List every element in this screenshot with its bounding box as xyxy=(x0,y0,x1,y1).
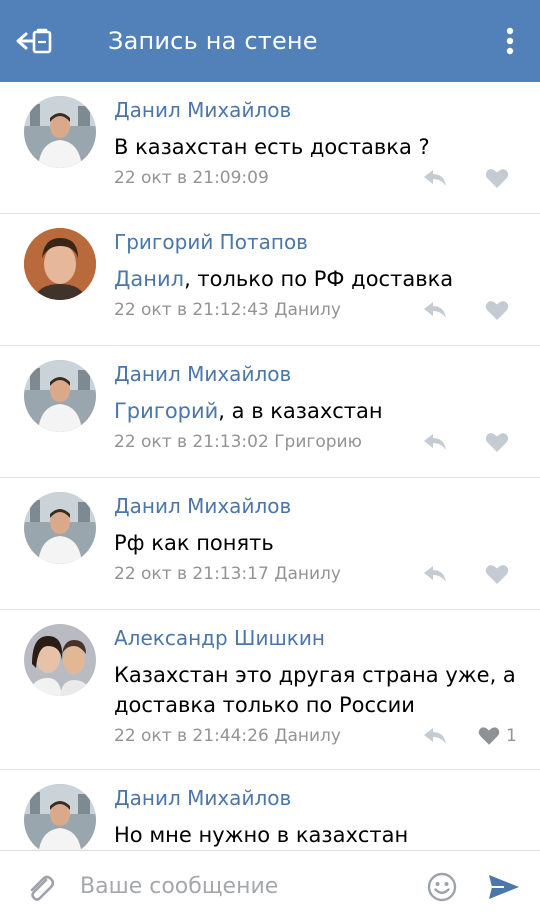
reply-icon xyxy=(424,170,446,186)
reply-button[interactable] xyxy=(420,298,450,322)
page-title: Запись на стене xyxy=(108,27,318,55)
back-button[interactable] xyxy=(0,0,70,82)
avatar[interactable] xyxy=(24,492,96,564)
reply-icon xyxy=(424,728,446,744)
comment-item: Данил Михайлов В казахстан есть доставка… xyxy=(0,82,540,214)
message-input[interactable] xyxy=(80,861,416,912)
mention-link[interactable]: Данил xyxy=(114,267,184,291)
like-button[interactable] xyxy=(485,562,515,586)
heart-icon xyxy=(485,432,509,452)
comment-author[interactable]: Данил Михайлов xyxy=(114,362,291,386)
reply-icon xyxy=(424,566,446,582)
back-arrow-icon xyxy=(16,28,52,54)
reply-icon xyxy=(424,434,446,450)
attach-button[interactable] xyxy=(0,851,80,922)
comment-text-body: , только по РФ доставка xyxy=(184,267,454,291)
comment-meta: 22 окт в 21:13:02 Григорию xyxy=(114,432,362,452)
comment-text: Григорий, а в казахстан xyxy=(114,396,524,426)
comment-meta: 22 окт в 21:44:26 Данилу xyxy=(114,726,341,746)
avatar[interactable] xyxy=(24,96,96,168)
comment-item: Данил Михайлов Но мне нужно в казахстан xyxy=(0,770,540,850)
heart-icon xyxy=(478,727,500,745)
reply-button[interactable] xyxy=(420,166,450,190)
comment-meta: 22 окт в 21:12:43 Данилу xyxy=(114,300,341,320)
heart-icon xyxy=(485,564,509,584)
avatar[interactable] xyxy=(24,360,96,432)
heart-icon xyxy=(485,168,509,188)
comment-text: Данил, только по РФ доставка xyxy=(114,264,524,294)
avatar[interactable] xyxy=(24,228,96,300)
mention-link[interactable]: Григорий xyxy=(114,399,218,423)
message-composer xyxy=(0,850,540,922)
reply-button[interactable] xyxy=(420,724,450,748)
send-button[interactable] xyxy=(468,851,540,922)
comment-author[interactable]: Данил Михайлов xyxy=(114,494,291,518)
top-bar: Запись на стене xyxy=(0,0,540,82)
comment-text: Казахстан это другая страна уже, а доста… xyxy=(114,663,516,717)
comment-author[interactable]: Данил Михайлов xyxy=(114,786,291,810)
comment-meta: 22 окт в 21:13:17 Данилу xyxy=(114,564,341,584)
comment-meta: 22 окт в 21:09:09 xyxy=(114,168,269,188)
comments-feed[interactable]: Данил Михайлов В казахстан есть доставка… xyxy=(0,82,540,850)
comment-author[interactable]: Александр Шишкин xyxy=(114,626,325,650)
paperclip-icon xyxy=(30,875,54,901)
comment-author[interactable]: Григорий Потапов xyxy=(114,230,308,254)
more-menu-button[interactable] xyxy=(480,0,540,82)
smile-icon xyxy=(427,872,457,901)
comment-text-body: , а в казахстан xyxy=(218,399,383,423)
reply-button[interactable] xyxy=(420,562,450,586)
comment-item: Данил Михайлов Григорий, а в казахстан 2… xyxy=(0,346,540,478)
comment-text: Но мне нужно в казахстан xyxy=(114,823,409,847)
comment-item: Григорий Потапов Данил, только по РФ дос… xyxy=(0,214,540,346)
heart-icon xyxy=(485,300,509,320)
comment-text: Рф как понять xyxy=(114,531,274,555)
like-button[interactable] xyxy=(485,430,515,454)
like-button[interactable]: 1 xyxy=(478,724,517,748)
comment-author[interactable]: Данил Михайлов xyxy=(114,98,291,122)
avatar[interactable] xyxy=(24,624,96,696)
reply-icon xyxy=(424,302,446,318)
like-count: 1 xyxy=(506,726,517,746)
more-vertical-icon xyxy=(506,27,514,55)
comment-item: Александр Шишкин Казахстан это другая ст… xyxy=(0,610,540,770)
comment-text: В казахстан есть доставка ? xyxy=(114,135,430,159)
reply-button[interactable] xyxy=(420,430,450,454)
emoji-button[interactable] xyxy=(416,851,468,922)
like-button[interactable] xyxy=(485,166,515,190)
avatar[interactable] xyxy=(24,784,96,850)
like-button[interactable] xyxy=(485,298,515,322)
send-icon xyxy=(489,874,519,899)
comment-item: Данил Михайлов Рф как понять 22 окт в 21… xyxy=(0,478,540,610)
